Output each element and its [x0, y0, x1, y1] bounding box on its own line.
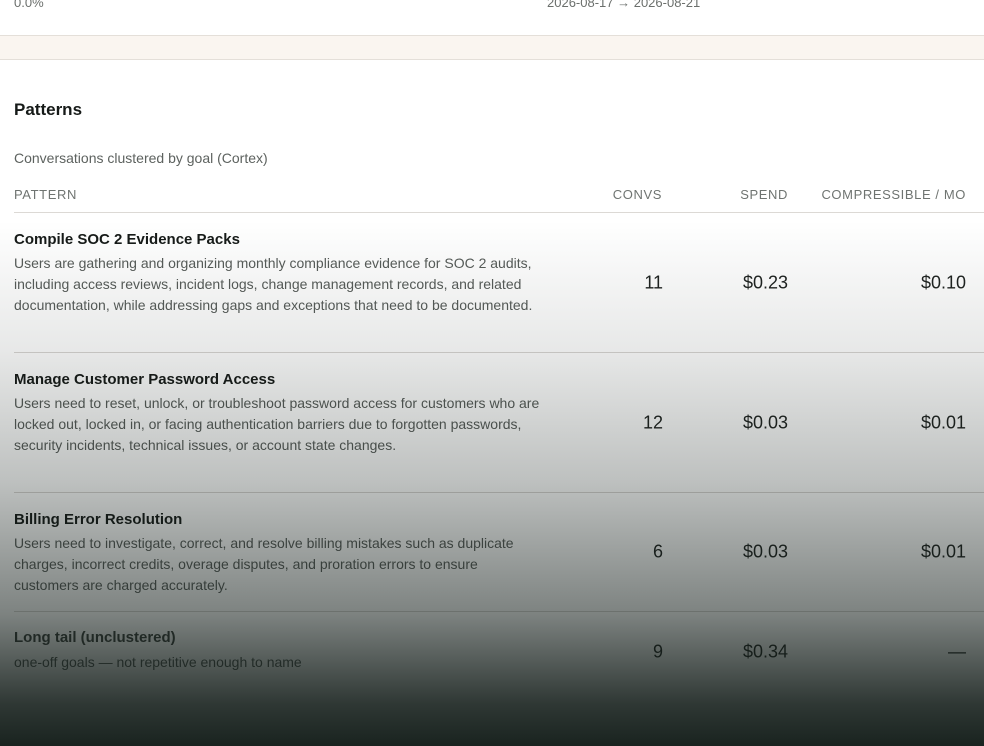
pattern-name: Billing Error Resolution: [14, 511, 183, 528]
pattern-compressible: $0.10: [920, 272, 966, 292]
column-header-spend[interactable]: SPEND: [740, 187, 788, 202]
pattern-name: Long tail (unclustered): [14, 629, 176, 646]
pattern-name: Manage Customer Password Access: [14, 371, 276, 388]
pattern-compressible: —: [948, 641, 966, 662]
section-divider-band: [0, 36, 984, 60]
table-row[interactable]: Manage Customer Password Access Users ne…: [14, 353, 984, 493]
summary-percent: 0.0%: [14, 0, 44, 10]
table-row[interactable]: Billing Error Resolution Users need to i…: [14, 493, 984, 612]
pattern-description: Users are gathering and organizing month…: [14, 255, 533, 313]
table-row-long-tail[interactable]: Long tail (unclustered) one-off goals — …: [14, 612, 984, 692]
pattern-spend: $0.03: [742, 412, 788, 432]
patterns-title: Patterns: [14, 100, 83, 119]
column-header-convs[interactable]: CONVS: [613, 187, 662, 202]
column-header-compressible[interactable]: COMPRESSIBLE / MO: [821, 187, 966, 202]
pattern-compressible: $0.01: [920, 541, 966, 562]
pattern-compressible: $0.01: [920, 412, 966, 432]
pattern-convs: 6: [652, 541, 663, 562]
table-row[interactable]: Compile SOC 2 Evidence Packs Users are g…: [14, 213, 984, 353]
pattern-convs: 11: [644, 272, 663, 292]
pattern-spend: $0.23: [742, 272, 788, 292]
pattern-description: Users need to reset, unlock, or troubles…: [14, 395, 540, 453]
pattern-description: Users need to investigate, correct, and …: [14, 535, 514, 593]
summary-strip: 0.0% 2026-08-17 → 2026-08-21: [0, 0, 984, 36]
pattern-spend: $0.03: [742, 541, 788, 562]
pattern-convs: 9: [652, 641, 663, 662]
column-header-pattern[interactable]: PATTERN: [14, 187, 77, 202]
pattern-name: Compile SOC 2 Evidence Packs: [14, 231, 240, 248]
pattern-convs: 12: [642, 412, 663, 432]
summary-date-range: 2026-08-17 → 2026-08-21: [547, 0, 701, 10]
pattern-spend: $0.34: [742, 641, 788, 662]
pattern-description: one-off goals — not repetitive enough to…: [14, 654, 302, 670]
patterns-subtitle: Conversations clustered by goal (Cortex): [14, 150, 268, 166]
patterns-table-header: PATTERN CONVS SPEND COMPRESSIBLE / MO: [14, 178, 984, 213]
